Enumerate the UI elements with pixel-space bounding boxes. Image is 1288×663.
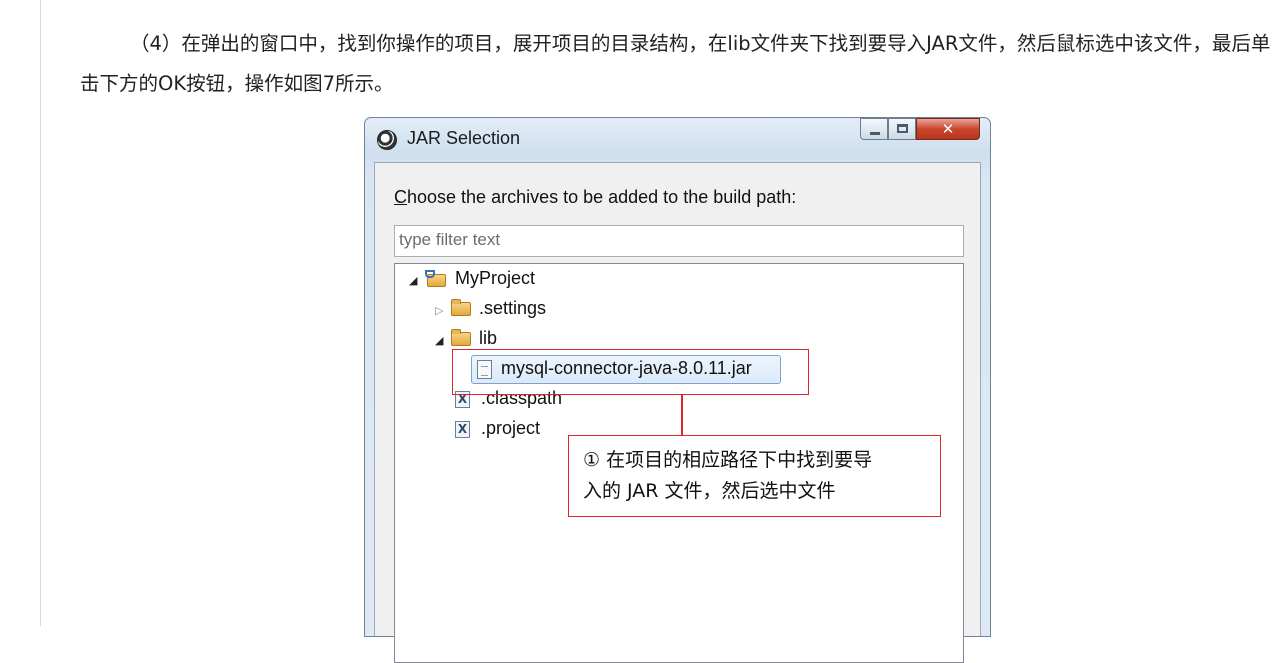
project-folder-icon (425, 270, 447, 288)
tree-item-label: .settings (479, 298, 547, 318)
dialog-prompt: Choose the archives to be added to the b… (394, 187, 796, 208)
xml-file-icon: X (455, 421, 470, 438)
annotation-line-1: ① 在项目的相应路径下中找到要导 (583, 449, 873, 471)
filter-input[interactable]: type filter text (394, 225, 964, 257)
eclipse-icon (377, 130, 397, 150)
annotation-line-2: 入的 JAR 文件，然后选中文件 (583, 480, 836, 502)
folder-icon (451, 299, 471, 316)
annotation-callout: ① 在项目的相应路径下中找到要导 入的 JAR 文件，然后选中文件 (568, 435, 941, 517)
annotation-connector-line (681, 395, 683, 435)
window-controls: ✕ (860, 118, 980, 140)
tree-item-label: lib (479, 328, 498, 348)
minimize-button[interactable] (860, 118, 888, 140)
dialog-client-area: Choose the archives to be added to the b… (374, 162, 981, 663)
tree-item-label: .project (481, 418, 541, 438)
dialog-title: JAR Selection (407, 128, 521, 148)
expanded-arrow-icon[interactable]: ◢ (435, 334, 443, 347)
minimize-icon (870, 132, 880, 135)
dialog-titlebar[interactable]: JAR Selection ✕ (365, 118, 990, 162)
close-icon: ✕ (941, 120, 955, 138)
prompt-accelerator: C (394, 187, 407, 207)
maximize-button[interactable] (888, 118, 916, 140)
page-left-rule (40, 0, 41, 626)
maximize-icon (897, 124, 908, 133)
article-paragraph: （4）在弹出的窗口中，找到你操作的项目，展开项目的目录结构，在lib文件夹下找到… (80, 32, 1271, 95)
expanded-arrow-icon[interactable]: ◢ (409, 274, 417, 287)
close-button[interactable]: ✕ (916, 118, 980, 140)
collapsed-arrow-icon[interactable]: ▷ (435, 304, 443, 317)
prompt-text: hoose the archives to be added to the bu… (407, 187, 797, 207)
annotation-highlight-box (452, 349, 809, 395)
tree-item-label: MyProject (455, 268, 536, 288)
folder-icon (451, 329, 471, 346)
